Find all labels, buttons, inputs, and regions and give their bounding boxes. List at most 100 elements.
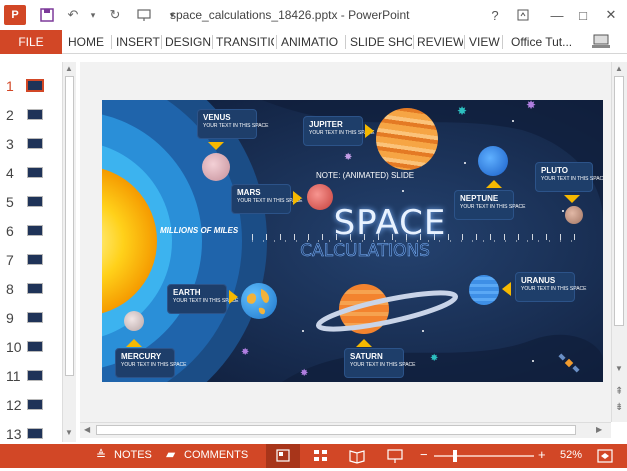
tab-design[interactable]: DESIGN (163, 30, 211, 54)
minimize-button[interactable]: — (546, 5, 568, 25)
thumbnail-image (27, 399, 43, 410)
arrow-icon (365, 124, 374, 138)
thumbnail-slide-11[interactable]: 11 (0, 365, 62, 387)
satellite-icon (558, 353, 580, 373)
scroll-left-icon[interactable]: ◀ (84, 425, 90, 434)
thumbnail-image (27, 312, 43, 323)
thumbnail-slide-2[interactable]: 2 (0, 104, 62, 126)
tab-insert[interactable]: INSERT (114, 30, 160, 54)
placeholder-text: YOUR TEXT IN THIS SPACE (460, 204, 526, 210)
tab-review[interactable]: REVIEW (415, 30, 463, 54)
scroll-right-icon[interactable]: ▶ (596, 425, 602, 434)
slide-sorter-icon[interactable] (312, 448, 330, 464)
present-icon[interactable] (135, 6, 153, 24)
arrow-icon (486, 180, 502, 188)
thumbnail-number: 12 (6, 397, 22, 413)
scroll-down-icon[interactable]: ▼ (65, 428, 73, 437)
undo-icon[interactable]: ↶ (64, 6, 82, 24)
scrollbar-thumb[interactable] (65, 76, 74, 376)
planet-name: PLUTO (541, 166, 568, 175)
file-tab[interactable]: FILE (0, 30, 62, 54)
pluto-label-box: PLUTO YOUR TEXT IN THIS SPACE (535, 162, 603, 192)
thumbnail-slide-5[interactable]: 5 (0, 191, 62, 213)
comments-button[interactable]: COMMENTS (184, 449, 248, 461)
thumbnail-slide-8[interactable]: 8 (0, 278, 62, 300)
thumbnail-number: 1 (6, 78, 14, 94)
thumbnail-number: 8 (6, 281, 14, 297)
thumbnail-number: 11 (6, 368, 21, 384)
normal-view-button[interactable] (266, 444, 300, 468)
star (402, 190, 404, 192)
scroll-up-icon[interactable]: ▲ (65, 64, 73, 73)
thumbnail-number: 7 (6, 252, 14, 268)
thumbnail-slide-9[interactable]: 9 (0, 307, 62, 329)
thumbnail-slide-12[interactable]: 12 (0, 394, 62, 416)
venus-label-box: VENUS YOUR TEXT IN THIS SPACE (197, 109, 268, 139)
planet-name: SATURN (350, 352, 383, 361)
thumbnail-slide-3[interactable]: 3 (0, 133, 62, 155)
slide-subtitle: CALCULATIONS (300, 241, 430, 262)
title-bar: P ↶ ▾ ↻ ▾ space_calculations_18426.pptx … (0, 0, 627, 30)
tab-home[interactable]: HOME (66, 30, 110, 54)
thumbnail-image (27, 138, 43, 149)
fit-to-window-icon[interactable] (596, 448, 614, 464)
save-icon[interactable] (38, 6, 56, 24)
venus-planet (202, 153, 230, 181)
placeholder-text: YOUR TEXT IN THIS SPACE (350, 362, 416, 368)
tab-transitions[interactable]: TRANSITIO (214, 30, 274, 54)
slide[interactable]: ✸ ✸ ✸ ✸ ✸ ✸ MILLIONS OF MILES SPACE CALC… (102, 100, 603, 382)
thumbnail-number: 5 (6, 194, 14, 210)
scrollbar-thumb[interactable] (614, 76, 624, 326)
zoom-out-button[interactable]: − (420, 447, 428, 462)
thumbnail-image (27, 167, 43, 178)
arrow-icon (208, 142, 224, 150)
notes-button[interactable]: NOTES (114, 449, 152, 461)
mars-label-box: MARS YOUR TEXT IN THIS SPACE (231, 184, 302, 214)
thumbnail-slide-7[interactable]: 7 (0, 249, 62, 271)
thumbnail-slide-13[interactable]: 13 (0, 423, 62, 445)
zoom-slider[interactable] (434, 455, 534, 457)
tab-animations[interactable]: ANIMATIO (279, 30, 342, 54)
scroll-up-icon[interactable]: ▲ (615, 64, 623, 73)
tab-view[interactable]: VIEW (467, 30, 501, 54)
undo-dropdown-icon[interactable]: ▾ (84, 6, 102, 24)
thumbnail-number: 13 (6, 426, 22, 442)
zoom-slider-thumb[interactable] (453, 450, 457, 462)
reading-view-icon[interactable] (348, 448, 366, 464)
planet-name: MARS (237, 188, 261, 197)
sparkle-icon: ✸ (430, 353, 439, 364)
help-button[interactable]: ? (484, 5, 506, 25)
ribbon-options-icon[interactable] (512, 5, 534, 25)
placeholder-text: YOUR TEXT IN THIS SPACE (521, 286, 587, 292)
close-button[interactable]: ✕ (600, 5, 622, 25)
scroll-down-icon[interactable]: ▼ (615, 364, 623, 373)
planet-name: NEPTUNE (460, 194, 499, 203)
thumbnails-scrollbar[interactable]: ▲ ▼ (62, 62, 76, 442)
thumbnail-image (27, 225, 43, 236)
thumbnail-slide-10[interactable]: 10 (0, 336, 62, 358)
redo-icon[interactable]: ↻ (106, 6, 124, 24)
uranus-label-box: URANUS YOUR TEXT IN THIS SPACE (515, 272, 586, 302)
thumbnail-image (27, 428, 43, 439)
status-bar: ≜ NOTES ▰ COMMENTS − + 52% (0, 444, 627, 468)
jupiter-label-box: JUPITER YOUR TEXT IN THIS SPACE (303, 116, 374, 146)
thumbnail-slide-1[interactable]: 1 (0, 75, 62, 97)
slideshow-icon[interactable] (386, 448, 404, 464)
zoom-level[interactable]: 52% (560, 449, 582, 461)
slide-scrollbar[interactable]: ▲ ▼ ⇞ ⇟ (611, 62, 627, 422)
horizontal-scrollbar[interactable]: ◀ ▶ (80, 422, 611, 438)
ribbon-tabs: FILE HOME INSERT DESIGN TRANSITIO ANIMAT… (0, 30, 627, 54)
tab-slideshow[interactable]: SLIDE SHO (348, 30, 412, 54)
next-slide-icon[interactable]: ⇟ (615, 403, 623, 413)
previous-slide-icon[interactable]: ⇞ (615, 387, 623, 397)
mars-planet (307, 184, 333, 210)
thumbnail-slide-6[interactable]: 6 (0, 220, 62, 242)
sparkle-icon: ✸ (300, 368, 309, 379)
scrollbar-thumb[interactable] (96, 425, 576, 435)
account-icon[interactable] (590, 33, 612, 51)
zoom-in-button[interactable]: + (538, 447, 546, 462)
maximize-button[interactable]: □ (572, 5, 594, 25)
tab-office-tutorials[interactable]: Office Tut... (509, 30, 583, 54)
thumbnail-slide-4[interactable]: 4 (0, 162, 62, 184)
window-title: space_calculations_18426.pptx - PowerPoi… (170, 8, 410, 22)
